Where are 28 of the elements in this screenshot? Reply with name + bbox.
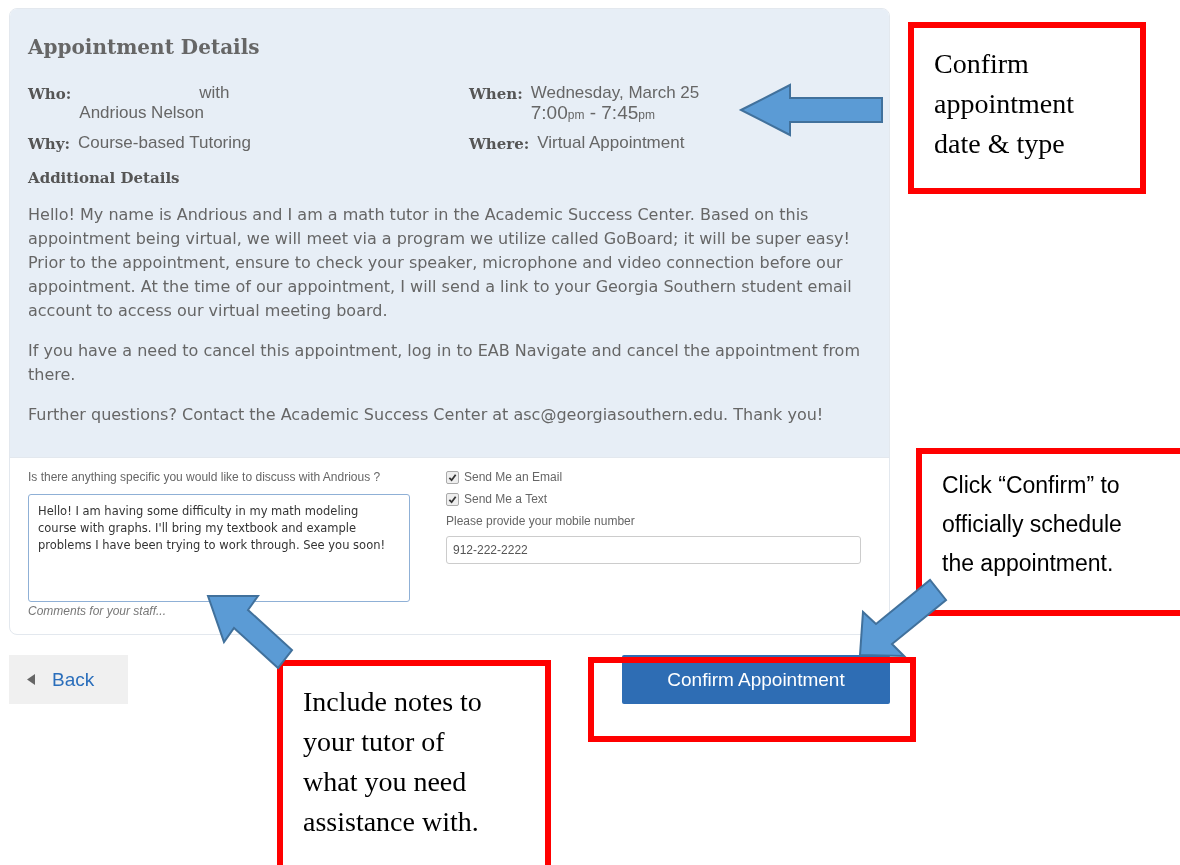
comments-field[interactable]: Hello! I am having some difficulty in my math modeling course with graphs. I'll bring my textbook and example problems I have been trying to work through. See you soon! [28, 494, 410, 602]
paragraph: Hello! My name is Andrious and I am a math tutor in the Academic Success Center. Based on this appointment being virtual, we will meet via a program we utilize called GoBoard; it will be super easy! Prior to the appointment, ensure to check your speaker, microphone and video connection before our appointment. At the time of our appointment, I will send a link to your Georgia Southern student email account to access our virtual meeting board. [28, 204, 853, 322]
field-label: Please provide your mobile number [446, 514, 636, 528]
field-value: Course-based Tutoring [78, 133, 251, 153]
field-label: Where: [469, 134, 530, 153]
field-value: Wednesday, March 25 [530, 83, 700, 103]
checkbox[interactable] [446, 470, 459, 484]
checkbox[interactable] [446, 492, 459, 506]
field-label: Why: [28, 134, 70, 153]
help-text: Comments for your staff... [28, 604, 168, 618]
back-button[interactable]: Back [9, 655, 128, 704]
section-title: Appointment Details [28, 35, 261, 59]
callout-note: Click “Confirm” to officially schedule the appointment. [916, 448, 1180, 616]
question-label: Is there anything specific you would like to discuss with Andrious ? [28, 470, 382, 484]
paragraph: If you have a need to cancel this appointment, log in to EAB Navigate and cancel the appointment from there. [28, 340, 861, 386]
field-label: When: [469, 84, 523, 103]
phone-field[interactable]: 912-222-2222 [446, 536, 861, 564]
checkbox-label: Send Me a Text [464, 492, 548, 506]
section-subtitle: Additional Details [28, 169, 181, 187]
callout-note: Confirm appointment date & type [908, 22, 1146, 194]
paragraph: Further questions? Contact the Academic Success Center at asc@georgiasouthern.edu. Thank you! [28, 404, 825, 426]
callout-note: Include notes to your tutor of what you need assistance with. [277, 660, 551, 865]
field-label: Who: [28, 84, 72, 103]
caret-icon [27, 674, 36, 685]
checkbox-label: Send Me an Email [464, 470, 563, 484]
field-value: Virtual Appointment [537, 133, 685, 153]
field-value: Andrious Nelson [79, 103, 206, 123]
field-value: with [199, 83, 230, 102]
